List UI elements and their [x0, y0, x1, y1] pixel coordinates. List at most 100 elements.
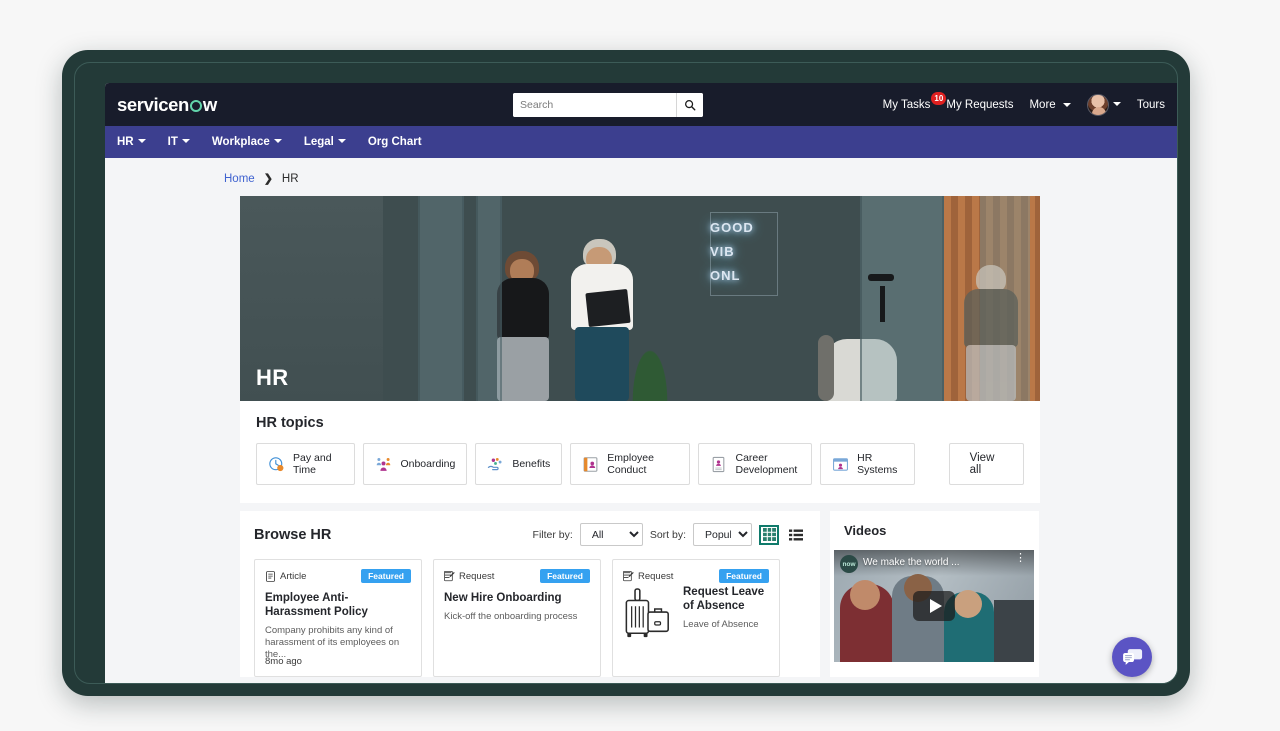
search-input[interactable] [513, 93, 676, 117]
breadcrumb-current: HR [281, 172, 299, 185]
servicenow-logo[interactable]: servicen w [117, 94, 217, 116]
card-kind-label: Request [638, 570, 674, 582]
card-header: Request Featured [444, 569, 590, 583]
more-label: More [1029, 98, 1056, 111]
video-title: We make the world ... [863, 557, 960, 568]
filter-by-label: Filter by: [532, 528, 573, 541]
card-request-leave-of-absence[interactable]: Request Featured Request Leave of Absenc… [612, 559, 780, 677]
chevron-down-icon [337, 139, 346, 143]
topic-label: Onboarding [400, 458, 456, 470]
my-requests-label: My Requests [946, 98, 1014, 111]
hr-topics-card: HR topics Pay and Time Onboarding Benefi… [240, 401, 1040, 503]
tours-label: Tours [1136, 98, 1165, 111]
content-area: GOOD VIB ONL HR HR topics Pay and Time O… [105, 196, 1177, 677]
device-bezel: servicen w My Tasks 10 My Requests [62, 50, 1190, 696]
logo-text-part2: w [202, 93, 217, 115]
play-icon[interactable] [913, 591, 955, 621]
topic-benefits[interactable]: Benefits [475, 443, 563, 485]
sort-by-label: Sort by: [649, 528, 686, 541]
my-tasks-label: My Tasks [882, 98, 931, 111]
browse-title: Browse HR [254, 526, 332, 543]
chat-launcher-button[interactable] [1112, 637, 1152, 677]
card-header: Article Featured [265, 569, 411, 583]
topic-onboarding[interactable]: Onboarding [363, 443, 468, 485]
nav-label: HR [117, 136, 134, 148]
global-search[interactable] [513, 93, 703, 117]
my-requests-link[interactable]: My Requests [946, 99, 1013, 111]
browse-header: Browse HR Filter by: All Sort by: Popula… [254, 523, 806, 546]
hero-banner: GOOD VIB ONL HR [240, 196, 1040, 401]
hero-neon-frame [710, 212, 778, 296]
sort-by-select[interactable]: Popular [693, 523, 752, 546]
list-view-toggle[interactable] [786, 525, 806, 545]
video-monitor [994, 600, 1034, 662]
benefits-hand-icon [488, 457, 502, 470]
topic-label: Career Development [735, 452, 798, 476]
view-all-topics-button[interactable]: View all [948, 443, 1024, 485]
card-new-hire-onboarding[interactable]: Request Featured New Hire Onboarding Kic… [433, 559, 601, 677]
hr-topics-list: Pay and Time Onboarding Benefits Employe… [256, 443, 1024, 485]
topic-pay-and-time[interactable]: Pay and Time [256, 443, 356, 485]
search-button[interactable] [676, 93, 703, 117]
nav-item-legal[interactable]: Legal [304, 136, 346, 148]
my-tasks-link[interactable]: My Tasks 10 [882, 91, 947, 111]
filter-by-select[interactable]: All [579, 523, 643, 546]
hero-door-bar [880, 286, 885, 322]
card-age: 8mo ago [265, 656, 302, 667]
luggage-icon [625, 588, 669, 638]
clock-icon [269, 456, 284, 471]
hero-title: HR [256, 365, 289, 390]
nav-item-workplace[interactable]: Workplace [212, 136, 282, 148]
card-description: Kick-off the onboarding process [444, 611, 578, 622]
request-icon [444, 570, 455, 581]
top-bar: servicen w My Tasks 10 My Requests [105, 83, 1177, 126]
kebab-menu-icon[interactable]: ⋮ [1015, 553, 1026, 564]
breadcrumb-home[interactable]: Home [224, 173, 255, 185]
my-tasks-badge: 10 [931, 91, 947, 105]
topic-label: Pay and Time [293, 452, 332, 476]
topic-employee-conduct[interactable]: Employee Conduct [570, 443, 691, 485]
video-person-1-head [850, 580, 880, 610]
hero-chair-back [818, 335, 834, 401]
card-header: Request Featured [623, 569, 769, 583]
nav-label: Legal [303, 136, 334, 148]
topic-career-development[interactable]: Career Development [698, 443, 813, 485]
main-nav: HR IT Workplace Legal Org Chart [105, 126, 1177, 158]
hr-topics-title: HR topics [256, 415, 324, 431]
hero-glass-pane [418, 196, 464, 401]
card-art [623, 583, 675, 646]
topic-label: Employee Conduct [607, 452, 654, 476]
browse-cards: Article Featured Employee Anti-Harassmen… [254, 559, 806, 677]
nav-item-org-chart[interactable]: Org Chart [368, 136, 422, 148]
more-menu[interactable]: More [1029, 98, 1071, 111]
chat-bubble-icon [1122, 648, 1142, 665]
grid-view-icon [762, 528, 776, 541]
browse-filters: Filter by: All Sort by: Popular [533, 523, 806, 546]
chevron-down-icon [1112, 101, 1121, 106]
browse-and-videos-row: Browse HR Filter by: All Sort by: Popula… [240, 511, 1044, 677]
nav-label: Workplace [211, 136, 270, 148]
nav-item-it[interactable]: IT [168, 136, 190, 148]
card-kind: Article [265, 571, 306, 582]
card-featured-badge: Featured [540, 569, 590, 583]
device-bezel-inner: servicen w My Tasks 10 My Requests [74, 62, 1178, 684]
card-title: Employee Anti-Harassment Policy [265, 592, 368, 618]
tours-link[interactable]: Tours [1137, 99, 1165, 111]
grid-view-toggle[interactable] [759, 524, 779, 545]
nav-label: IT [167, 136, 178, 148]
avatar [1086, 93, 1109, 116]
nav-label: Org Chart [367, 136, 422, 148]
user-menu[interactable] [1086, 93, 1121, 116]
hero-person-2 [567, 239, 639, 401]
search-icon [685, 100, 696, 111]
card-kind-label: Request [459, 570, 495, 582]
video-thumbnail[interactable]: now We make the world ... ⋮ [834, 550, 1034, 662]
chevron-down-icon [273, 139, 282, 143]
logo-text-part1: servicen [117, 93, 189, 115]
book-icon [583, 456, 598, 472]
window-icon [833, 457, 849, 471]
browse-hr-panel: Browse HR Filter by: All Sort by: Popula… [240, 511, 820, 677]
card-employee-anti-harassment-policy[interactable]: Article Featured Employee Anti-Harassmen… [254, 559, 422, 677]
nav-item-hr[interactable]: HR [117, 136, 146, 148]
topic-hr-systems[interactable]: HR Systems [820, 443, 915, 485]
